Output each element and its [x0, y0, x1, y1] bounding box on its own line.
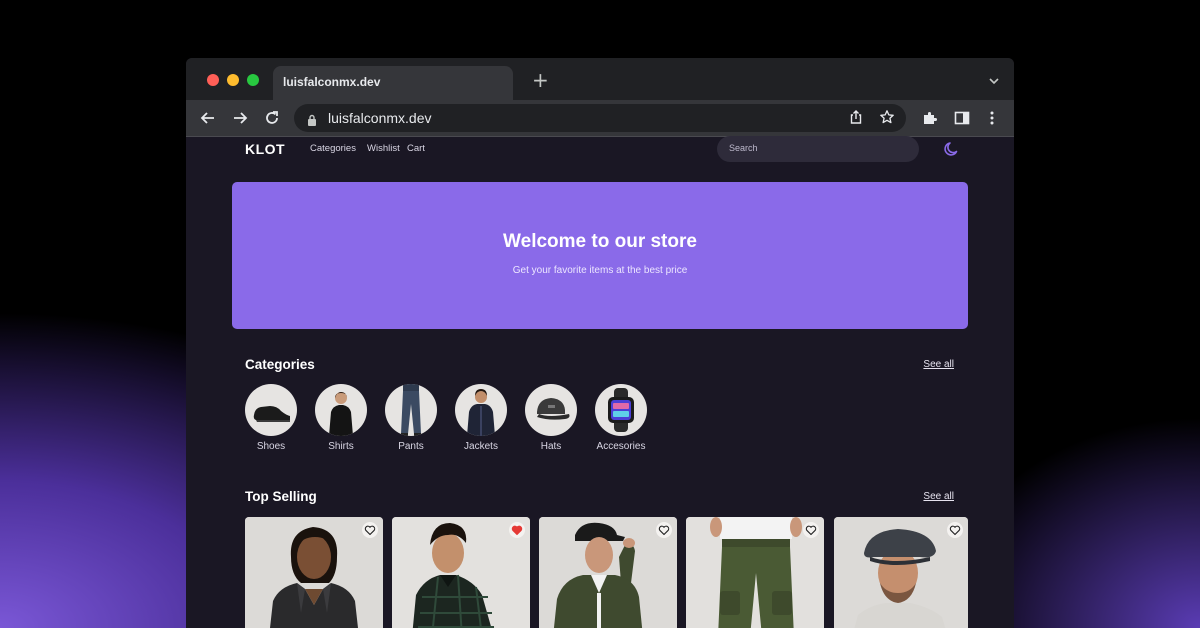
category-label: Pants	[398, 441, 424, 452]
share-icon[interactable]	[848, 109, 864, 129]
reload-icon[interactable]	[263, 109, 281, 127]
shirt-image	[315, 384, 367, 436]
category-label: Shirts	[328, 441, 354, 452]
watch-image	[595, 384, 647, 436]
back-arrow-icon[interactable]	[199, 109, 217, 127]
wishlist-heart-button[interactable]	[947, 522, 963, 538]
address-bar[interactable]: luisfalconmx.dev	[294, 104, 906, 132]
product-card[interactable]	[245, 517, 383, 628]
nav-link-wishlist[interactable]: Wishlist	[367, 143, 400, 154]
hero-subtitle: Get your favorite items at the best pric…	[512, 265, 688, 276]
hat-image	[525, 384, 577, 436]
category-shirts[interactable]: Shirts	[306, 384, 376, 459]
top-selling-see-all-link[interactable]: See all	[923, 491, 954, 502]
kebab-menu-icon[interactable]	[983, 109, 1001, 127]
tab-bar: luisfalconmx.dev +	[186, 58, 1014, 100]
minimize-window-button[interactable]	[227, 74, 239, 86]
new-tab-button[interactable]: +	[532, 68, 549, 92]
tab-title: luisfalconmx.dev	[283, 75, 381, 89]
shoe-image	[245, 384, 297, 436]
site-header: KLOT Categories Wishlist Cart Search	[186, 136, 1014, 162]
hero-banner: Welcome to our store Get your favorite i…	[232, 182, 968, 329]
forward-arrow-icon[interactable]	[231, 109, 249, 127]
jacket-image	[455, 384, 507, 436]
category-accesories[interactable]: Accesories	[586, 384, 656, 459]
product-card[interactable]	[392, 517, 530, 628]
url-text: luisfalconmx.dev	[328, 110, 432, 126]
category-jackets[interactable]: Jackets	[446, 384, 516, 459]
browser-tab[interactable]: luisfalconmx.dev	[273, 66, 513, 100]
hero-title: Welcome to our store	[503, 231, 697, 252]
product-card[interactable]	[834, 517, 968, 628]
categories-title: Categories	[245, 357, 315, 372]
site-logo[interactable]: KLOT	[245, 141, 285, 157]
wishlist-heart-button[interactable]	[803, 522, 819, 538]
search-input[interactable]: Search	[717, 136, 919, 162]
page-content: KLOT Categories Wishlist Cart Search Wel…	[186, 136, 1014, 628]
category-label: Jackets	[464, 441, 498, 452]
wishlist-heart-button[interactable]	[656, 522, 672, 538]
browser-window: luisfalconmx.dev + luisfalconmx.dev KLOT…	[186, 58, 1014, 628]
nav-link-cart[interactable]: Cart	[407, 143, 425, 154]
wishlist-heart-button[interactable]	[509, 522, 525, 538]
close-window-button[interactable]	[207, 74, 219, 86]
nav-link-categories[interactable]: Categories	[310, 143, 356, 154]
category-label: Hats	[540, 441, 562, 452]
lock-icon	[307, 111, 317, 130]
bookmark-star-icon[interactable]	[879, 109, 895, 129]
categories-see-all-link[interactable]: See all	[923, 359, 954, 370]
category-shoes[interactable]: Shoes	[236, 384, 306, 459]
product-card[interactable]	[686, 517, 824, 628]
maximize-window-button[interactable]	[247, 74, 259, 86]
pants-image	[385, 384, 437, 436]
search-placeholder: Search	[729, 143, 758, 153]
category-label: Accesories	[596, 441, 646, 452]
top-selling-title: Top Selling	[245, 489, 317, 504]
side-panel-icon[interactable]	[953, 109, 971, 127]
wishlist-heart-button[interactable]	[362, 522, 378, 538]
moon-icon[interactable]	[943, 140, 961, 162]
browser-toolbar: luisfalconmx.dev	[186, 100, 1014, 137]
category-label: Shoes	[256, 441, 286, 452]
category-pants[interactable]: Pants	[376, 384, 446, 459]
product-card[interactable]	[539, 517, 677, 628]
chevron-down-icon[interactable]	[988, 72, 1000, 91]
extensions-puzzle-icon[interactable]	[921, 109, 939, 127]
category-hats[interactable]: Hats	[516, 384, 586, 459]
